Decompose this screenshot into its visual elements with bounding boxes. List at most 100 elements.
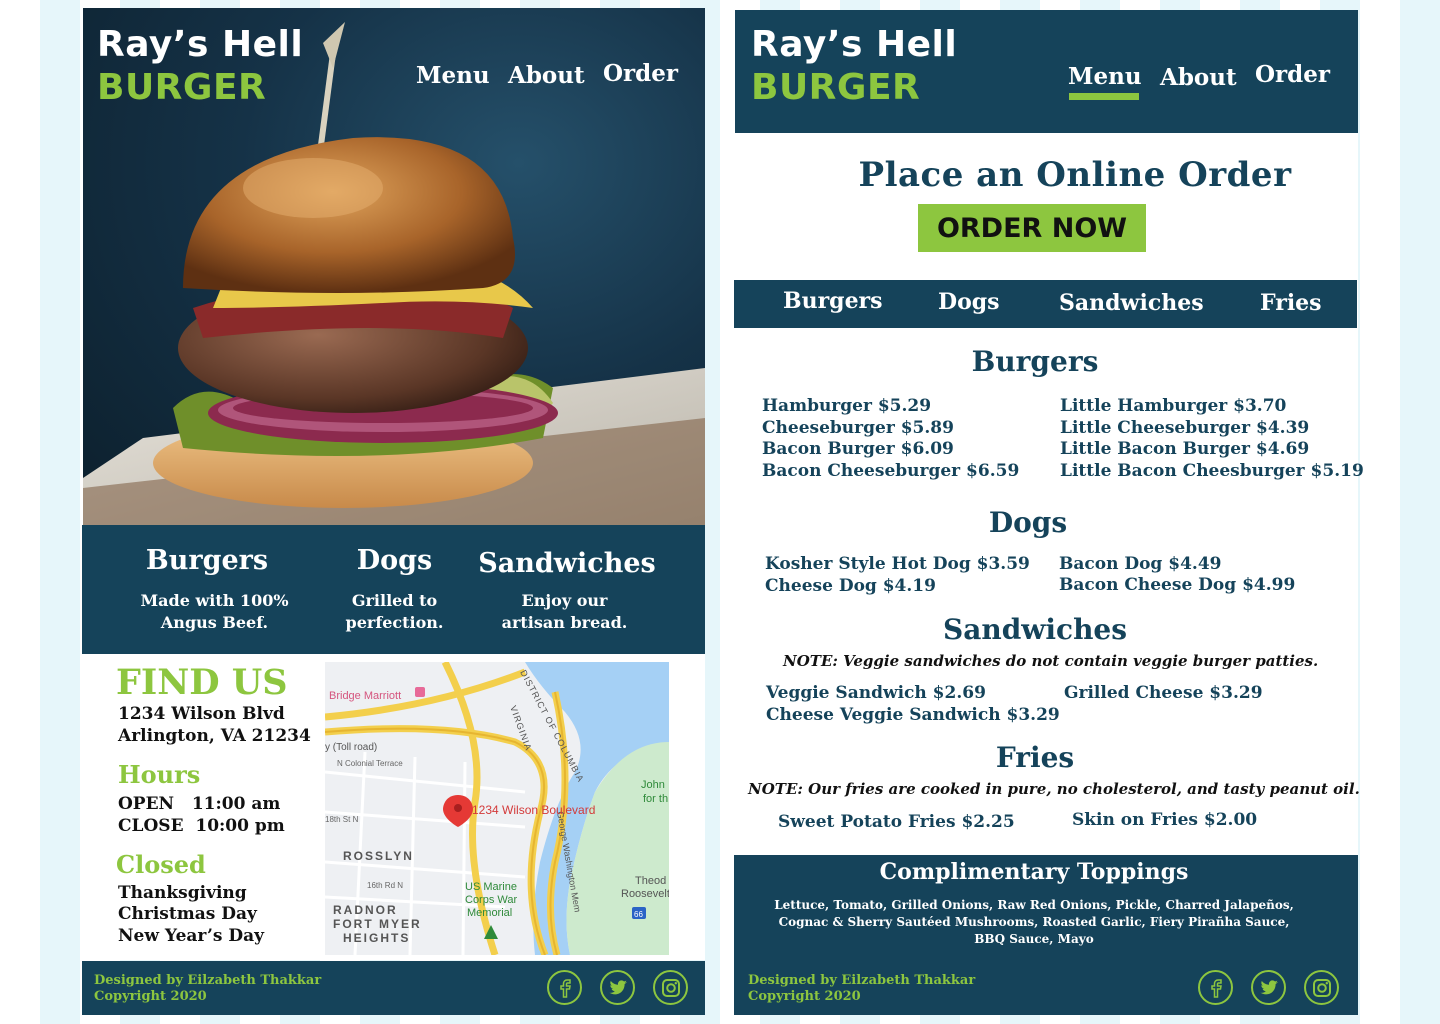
feature-burgers-title: Burgers	[145, 545, 269, 576]
nav-order[interactable]: Order	[603, 60, 678, 87]
nav-menu-active[interactable]: Menu	[1068, 63, 1142, 90]
facebook-icon[interactable]	[1198, 970, 1233, 1005]
footer-designer: Designed by Eilzabeth Thakkar	[94, 973, 322, 988]
address-line2: Arlington, VA 21234	[118, 726, 311, 746]
menu-item: Bacon Cheese Dog $4.99	[1059, 575, 1296, 595]
menu-item: Grilled Cheese $3.29	[1064, 683, 1263, 703]
brand-burger: BURGER	[97, 67, 267, 108]
menu-item: Veggie Sandwich $2.69	[766, 683, 986, 703]
map-label-marine3: Memorial	[467, 907, 512, 919]
feature-strip: Burgers Made with 100% Angus Beef. Dogs …	[82, 525, 705, 654]
nav-about[interactable]: About	[1160, 64, 1237, 91]
find-us-heading: FIND US	[116, 662, 288, 703]
menu-item: Cheese Dog $4.19	[765, 576, 936, 596]
address-line1: 1234 Wilson Blvd	[118, 704, 285, 724]
hero-image: Ray’s Hell BURGER Menu About Order	[83, 8, 705, 525]
map-label-marine1: US Marine	[465, 881, 517, 893]
feature-sandwiches-desc1: Enjoy our	[521, 591, 608, 610]
menu-item: Bacon Burger $6.09	[762, 439, 954, 459]
menu-item: Cheeseburger $5.89	[762, 418, 954, 438]
map-label-radnor: RADNOR	[333, 903, 398, 917]
feature-sandwiches-desc2: artisan bread.	[501, 613, 628, 632]
twitter-icon[interactable]	[1251, 970, 1286, 1005]
map-label-john1: John	[641, 779, 665, 791]
location-map[interactable]: 66 Bridge Marriott y (Toll road) N Colon…	[325, 662, 669, 955]
menu-item: Sweet Potato Fries $2.25	[778, 812, 1015, 832]
menu-item: Hamburger $5.29	[762, 396, 932, 416]
toppings-line2: Cognac & Sherry Sautéed Mushrooms, Roast…	[778, 915, 1290, 929]
closed-heading: Closed	[116, 850, 206, 879]
map-label-heights: HEIGHTS	[343, 931, 410, 945]
menu-item: Kosher Style Hot Dog $3.59	[765, 554, 1030, 574]
hours-heading: Hours	[118, 760, 201, 789]
closed-day: New Year’s Day	[118, 926, 265, 946]
map-label-toll: y (Toll road)	[325, 742, 377, 753]
instagram-icon[interactable]	[653, 970, 688, 1005]
brand-name: Ray’s Hell	[97, 24, 304, 65]
map-route-label: 66	[634, 910, 643, 919]
hours-open: OPEN 11:00 am	[118, 794, 281, 814]
toppings-section: Complimentary Toppings Lettuce, Tomato, …	[734, 855, 1358, 1015]
nav-active-underline	[1069, 93, 1139, 100]
feature-burgers-desc2: Angus Beef.	[160, 613, 269, 632]
menu-item: Skin on Fries $2.00	[1072, 810, 1258, 830]
menu-page-header: Ray’s Hell BURGER Menu About Order	[735, 10, 1358, 133]
tab-dogs[interactable]: Dogs	[938, 289, 1000, 315]
menu-item: Bacon Dog $4.49	[1059, 554, 1222, 574]
nav-menu[interactable]: Menu	[416, 62, 490, 89]
footer-designer: Designed by Eilzabeth Thakkar	[748, 973, 976, 988]
menu-item: Little Hamburger $3.70	[1060, 396, 1287, 416]
map-label-colonial: N Colonial Terrace	[337, 759, 403, 768]
map-label-18th: 18th St N	[325, 815, 359, 824]
tab-burgers[interactable]: Burgers	[783, 288, 883, 314]
twitter-icon[interactable]	[600, 970, 635, 1005]
menu-item: Cheese Veggie Sandwich $3.29	[766, 705, 1060, 725]
menu-item: Little Bacon Burger $4.69	[1060, 439, 1310, 459]
tab-fries[interactable]: Fries	[1260, 290, 1322, 316]
feature-burgers-desc1: Made with 100%	[140, 591, 289, 610]
closed-day: Christmas Day	[118, 904, 257, 924]
footer-copyright: Copyright 2020	[94, 989, 207, 1004]
menu-item: Little Cheeseburger $4.39	[1060, 418, 1310, 438]
brand-burger: BURGER	[751, 67, 921, 108]
feature-dogs-desc1: Grilled to	[351, 591, 438, 610]
menu-tabs: Burgers Dogs Sandwiches Fries	[734, 280, 1357, 328]
sandwich-note: NOTE: Veggie sandwiches do not contain v…	[783, 652, 1319, 670]
tab-sandwiches[interactable]: Sandwiches	[1059, 290, 1204, 316]
hours-close: CLOSE 10:00 pm	[118, 816, 285, 836]
map-label-marine2: Corps War	[465, 894, 517, 906]
section-fries-title: Fries	[995, 741, 1075, 774]
brand-name: Ray’s Hell	[751, 24, 958, 65]
closed-day: Thanksgiving	[118, 883, 247, 903]
nav-about[interactable]: About	[508, 62, 585, 89]
menu-item: Bacon Cheeseburger $6.59	[762, 461, 1020, 481]
map-pin-label: 1234 Wilson Boulevard	[472, 803, 595, 817]
instagram-icon[interactable]	[1304, 970, 1339, 1005]
left-footer: Designed by Eilzabeth Thakkar Copyright …	[82, 961, 705, 1015]
map-label-john2: for th	[643, 793, 668, 805]
footer-copyright: Copyright 2020	[748, 989, 861, 1004]
section-burgers-title: Burgers	[971, 345, 1099, 378]
nav-order[interactable]: Order	[1255, 61, 1330, 88]
map-label-16th: 16th Rd N	[367, 881, 403, 890]
map-label-fortmyer: FORT MYER	[333, 917, 422, 931]
section-sandwiches-title: Sandwiches	[942, 613, 1128, 646]
section-dogs-title: Dogs	[988, 506, 1068, 539]
menu-item: Little Bacon Cheesburger $5.19	[1060, 461, 1364, 481]
fries-note: NOTE: Our fries are cooked in pure, no c…	[748, 780, 1360, 798]
order-now-button[interactable]: ORDER NOW	[918, 204, 1146, 252]
feature-dogs-desc2: perfection.	[345, 613, 444, 632]
hotel-icon	[415, 687, 425, 697]
map-graphic: 66 Bridge Marriott y (Toll road) N Colon…	[325, 662, 669, 955]
map-label-theod1: Theod	[635, 875, 666, 887]
toppings-line3: BBQ Sauce, Mayo	[974, 932, 1094, 946]
feature-dogs-title: Dogs	[356, 545, 433, 576]
map-label-rosslyn: ROSSLYN	[343, 849, 414, 863]
toppings-title: Complimentary Toppings	[879, 859, 1189, 885]
feature-sandwiches-title: Sandwiches	[478, 548, 656, 579]
map-label-theod2: Roosevelt Bric	[621, 888, 669, 900]
map-label-hotel: Bridge Marriott	[329, 690, 401, 702]
facebook-icon[interactable]	[547, 970, 582, 1005]
toppings-line1: Lettuce, Tomato, Grilled Onions, Raw Red…	[774, 898, 1294, 912]
order-heading: Place an Online Order	[858, 155, 1292, 195]
